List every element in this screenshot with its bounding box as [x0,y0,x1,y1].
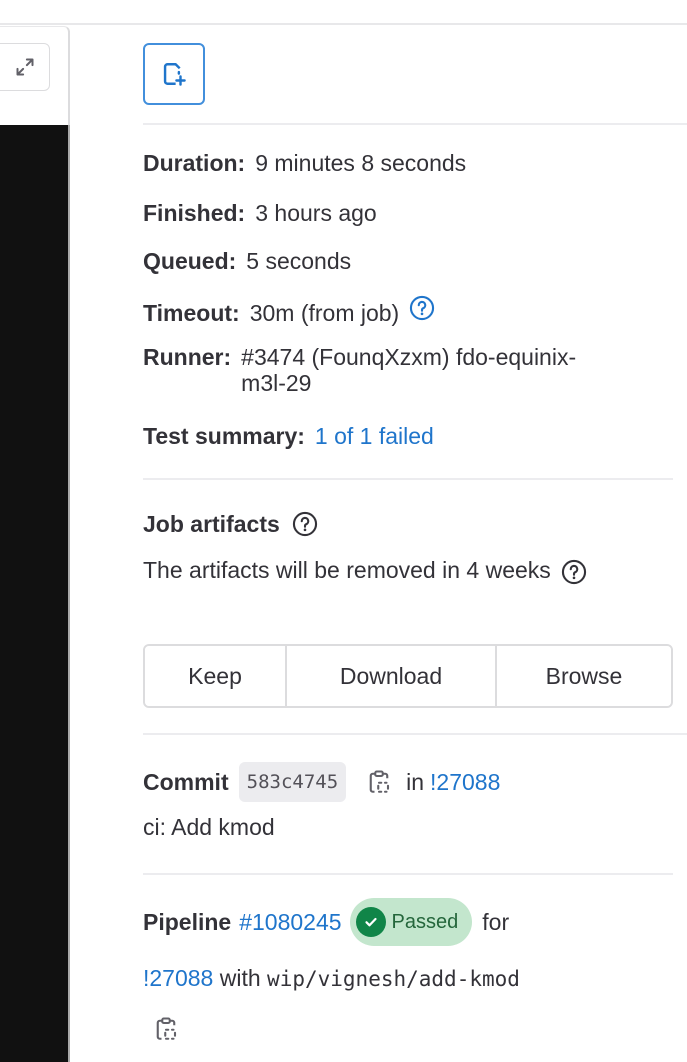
fullscreen-button[interactable] [0,43,50,91]
queued-value: 5 seconds [246,248,352,274]
pipeline-link[interactable]: #1080245 [239,898,341,946]
copy-commit-sha-button[interactable] [364,767,394,797]
pipeline-row: Pipeline #1080245 Passed for [143,898,509,946]
top-border [0,23,687,25]
test-summary-link[interactable]: 1 of 1 failed [315,422,434,450]
download-button[interactable]: Download [287,646,497,706]
timeout-value: 30m (from job) [249,300,400,326]
finished-label: Finished: [143,200,246,226]
branch-name[interactable]: wip/vignesh/add-kmod [267,967,520,991]
artifacts-expiry-text: The artifacts will be removed in 4 weeks [143,548,613,592]
copy-to-clipboard-icon [156,1017,177,1040]
job-log-panel [0,26,70,1062]
finished-row: Finished: 3 hours ago [143,199,377,227]
divider [143,123,687,125]
job-artifacts-title: Job artifacts [143,511,280,537]
duration-row: Duration: 9 minutes 8 seconds [143,149,466,177]
runner-value: #3474 (FounqXzxm) fdo-equinix-m3l-29 [241,344,577,396]
question-circle-icon[interactable] [561,559,587,585]
timeout-row: Timeout: 30m (from job) [143,295,435,327]
copy-to-clipboard-icon [369,770,390,793]
divider [143,873,673,875]
commit-message: ci: Add kmod [143,814,275,840]
divider [143,478,673,480]
question-circle-icon[interactable] [409,295,435,321]
question-circle-icon[interactable] [292,511,318,537]
job-log-output[interactable] [0,125,70,1062]
status-badge[interactable]: Passed [349,898,473,946]
runner-label: Runner: [143,344,232,370]
expand-arrows-icon [16,58,34,76]
issue-new-icon [163,63,186,86]
copy-branch-name-button[interactable] [151,1014,181,1044]
artifacts-expiry-description: The artifacts will be removed in 4 weeks [143,557,551,583]
duration-label: Duration: [143,150,246,176]
pipeline-label: Pipeline [143,909,232,935]
commit-row: Commit 583c4745 in !27088 [143,762,500,802]
queued-label: Queued: [143,248,237,274]
commit-label: Commit [143,769,229,795]
status-text: Passed [391,911,459,933]
job-artifacts-heading: Job artifacts [143,510,318,538]
queued-row: Queued: 5 seconds [143,247,351,275]
pipeline-ref-row: !27088 with wip/vignesh/add-kmod [143,956,520,1001]
status-success-icon [355,907,386,937]
pipeline-merge-request-link[interactable]: !27088 [143,965,213,991]
commit-in-text: in [406,769,425,795]
commit-merge-request-link[interactable]: !27088 [430,765,500,799]
log-toolbar [0,26,70,125]
test-summary-row: Test summary: 1 of 1 failed [143,422,434,450]
pipeline-for-text: for [482,909,510,935]
duration-value: 9 minutes 8 seconds [255,150,467,176]
browse-button[interactable]: Browse [497,646,671,706]
commit-sha[interactable]: 583c4745 [238,762,347,802]
new-issue-button[interactable] [143,43,205,105]
keep-button[interactable]: Keep [145,646,287,706]
pipeline-with-text: with [219,965,261,991]
timeout-label: Timeout: [143,300,240,326]
test-summary-label: Test summary: [143,423,305,449]
divider [143,733,687,735]
finished-value: 3 hours ago [255,200,377,226]
artifacts-button-group: Keep Download Browse [143,644,673,708]
runner-row: Runner: #3474 (FounqXzxm) fdo-equinix-m3… [143,344,581,396]
